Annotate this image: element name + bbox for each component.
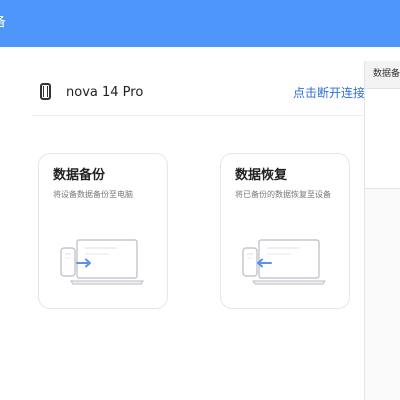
restore-card-description: 将已备份的数据恢复至设备 [235, 190, 331, 199]
title-bar: 备 [0, 0, 400, 47]
side-panel-header[interactable]: 数据备 [365, 61, 400, 89]
app-window: 备 nova 14 Pro 点击断开连接 数据备份 将设备数据备份至电脑 [0, 0, 400, 400]
disconnect-link[interactable]: 点击断开连接 [293, 85, 365, 101]
main-panel: nova 14 Pro 点击断开连接 数据备份 将设备数据备份至电脑 数据恢复 … [0, 47, 365, 400]
restore-card-title: 数据恢复 [235, 168, 288, 183]
backup-card-description: 将设备数据备份至电脑 [53, 190, 133, 199]
window-title: 备 [0, 15, 6, 31]
side-panel-body [365, 89, 400, 189]
backup-card-title: 数据备份 [53, 168, 106, 183]
phone-icon [40, 83, 51, 100]
side-panel-header-label: 数据备 [373, 69, 400, 79]
side-panel: 数据备 [364, 61, 400, 400]
computer-to-phone-illustration [242, 239, 326, 285]
divider [32, 115, 364, 116]
device-name: nova 14 Pro [66, 85, 144, 100]
phone-to-computer-illustration [60, 239, 144, 285]
backup-card[interactable]: 数据备份 将设备数据备份至电脑 [38, 153, 168, 309]
restore-card[interactable]: 数据恢复 将已备份的数据恢复至设备 [220, 153, 350, 309]
device-info-row: nova 14 Pro 点击断开连接 [32, 75, 365, 115]
